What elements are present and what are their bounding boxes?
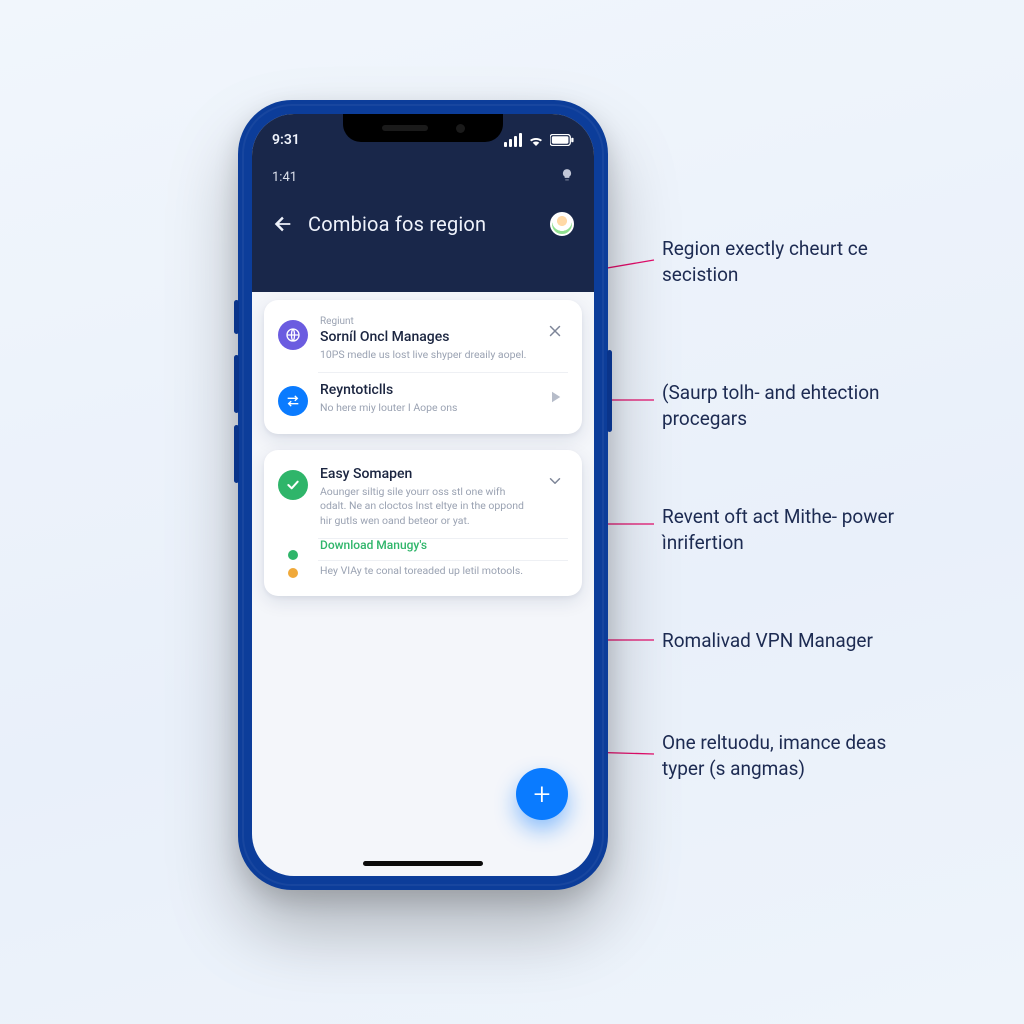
play-icon[interactable] xyxy=(546,388,568,406)
list-item-tail-row: Hey VIAy te conal toreaded up letil moto… xyxy=(264,560,582,588)
card: Easy Somapen Aounger siltig sile yourr o… xyxy=(264,450,582,596)
side-button xyxy=(234,425,239,483)
list-item-subtitle: No here miy louter I Aope ons xyxy=(320,401,534,415)
side-button xyxy=(234,355,239,413)
check-icon xyxy=(278,470,308,500)
back-button[interactable] xyxy=(272,213,294,235)
status-time: 9:31 xyxy=(272,132,300,148)
battery-icon xyxy=(550,134,574,146)
list-item-eyebrow: Regiunt xyxy=(320,316,534,327)
close-icon[interactable] xyxy=(546,322,568,340)
list-item-link-row: Download Manugy's xyxy=(264,538,582,560)
fab-add-button[interactable]: + xyxy=(516,768,568,820)
side-button xyxy=(607,350,612,432)
home-indicator[interactable] xyxy=(363,861,483,866)
list-item-title: Reyntoticlls xyxy=(320,382,534,398)
list-item[interactable]: Reyntoticlls No here miy louter I Aope o… xyxy=(264,372,582,426)
list-item-subtitle: Aounger siltig sile yourr oss stl one wi… xyxy=(320,485,534,528)
download-link[interactable]: Download Manugy's xyxy=(320,538,568,552)
arrows-icon xyxy=(278,386,308,416)
list-item-subtitle: 10PS medle us lost live shyper dreaily a… xyxy=(320,348,534,362)
card: Regiunt Sorníl Oncl Manages 10PS medle u… xyxy=(264,300,582,434)
phone-screen: 9:31 1:41 xyxy=(252,114,594,876)
side-button xyxy=(234,300,239,334)
phone-frame: 9:31 1:41 xyxy=(238,100,608,890)
bulb-icon[interactable] xyxy=(560,168,574,186)
list-item-title: Sorníl Oncl Manages xyxy=(320,329,534,345)
status-dot-icon xyxy=(288,568,298,578)
annotation-text: (Saurp tolh- and ehtection procegars xyxy=(662,380,922,431)
signal-icon xyxy=(504,133,522,147)
annotation-text: Region exectly cheurt ce secistion xyxy=(662,236,922,287)
phone-notch xyxy=(343,114,503,142)
status-dot-icon xyxy=(288,550,298,560)
annotation-text: Revent oft act Mithe- power ìnrifertion xyxy=(662,504,922,555)
sub-time: 1:41 xyxy=(272,170,297,185)
annotation-text: One reltuodu, imance deas typer (s angma… xyxy=(662,730,922,781)
content-area: Regiunt Sorníl Oncl Manages 10PS medle u… xyxy=(264,300,582,612)
globe-icon xyxy=(278,320,308,350)
wifi-icon xyxy=(528,134,544,146)
page-title: Combioa fos region xyxy=(308,212,536,236)
list-item-tail: Hey VIAy te conal toreaded up letil moto… xyxy=(320,564,568,578)
avatar[interactable] xyxy=(550,212,574,236)
list-item-title: Easy Somapen xyxy=(320,466,534,482)
chevron-down-icon[interactable] xyxy=(546,472,568,490)
sub-status-row: 1:41 xyxy=(272,168,574,186)
list-item[interactable]: Easy Somapen Aounger siltig sile yourr o… xyxy=(264,456,582,538)
annotation-text: Romalivad VPN Manager xyxy=(662,628,873,654)
list-item[interactable]: Regiunt Sorníl Oncl Manages 10PS medle u… xyxy=(264,306,582,372)
